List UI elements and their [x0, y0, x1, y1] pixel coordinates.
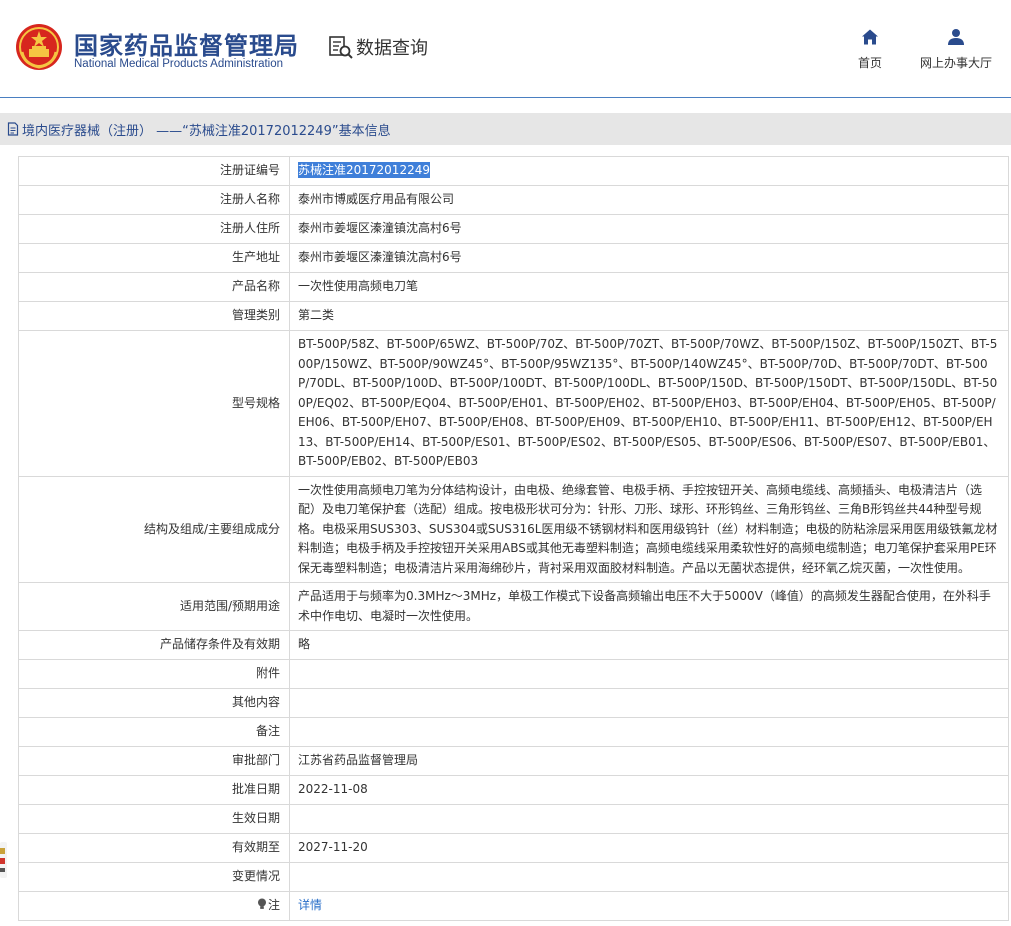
field-value: 2022-11-08: [289, 775, 1009, 805]
field-label: 审批部门: [18, 746, 290, 776]
field-value: [289, 659, 1009, 689]
nav-online-office-label: 网上办事大厅: [919, 56, 992, 70]
row-registrant-address: 注册人住所 泰州市姜堰区溱潼镇沈高村6号: [18, 214, 1009, 244]
nav-online-office[interactable]: 网上办事大厅: [914, 28, 998, 71]
site-logo-subtitle[interactable]: National Medical Products Administration: [74, 58, 283, 70]
row-attachment: 附件: [18, 659, 1009, 689]
field-value: 泰州市姜堰区溱潼镇沈高村6号: [289, 243, 1009, 273]
row-other-content: 其他内容: [18, 688, 1009, 718]
field-value: 江苏省药品监督管理局: [289, 746, 1009, 776]
field-label: 注册人住所: [18, 214, 290, 244]
field-label: 生产地址: [18, 243, 290, 273]
field-value: 详情: [289, 891, 1009, 921]
field-value: [289, 804, 1009, 834]
field-label: 附件: [18, 659, 290, 689]
data-query-section: 数据查询: [328, 34, 428, 60]
field-value: 一次性使用高频电刀笔: [289, 272, 1009, 302]
field-label: 备注: [18, 717, 290, 747]
field-value: [289, 688, 1009, 718]
section-title: 数据查询: [356, 38, 428, 59]
row-production-address: 生产地址 泰州市姜堰区溱潼镇沈高村6号: [18, 243, 1009, 273]
row-model-specification: 型号规格 BT-500P/58Z、BT-500P/65WZ、BT-500P/70…: [18, 330, 1009, 477]
field-value: 略: [289, 630, 1009, 660]
field-label: 适用范围/预期用途: [18, 582, 290, 631]
field-value: 第二类: [289, 301, 1009, 331]
field-value: 2027-11-20: [289, 833, 1009, 863]
details-link[interactable]: 详情: [298, 898, 322, 912]
row-valid-until: 有效期至 2027-11-20: [18, 833, 1009, 863]
field-value: 泰州市博威医疗用品有限公司: [289, 185, 1009, 215]
field-label: 其他内容: [18, 688, 290, 718]
user-icon: [948, 29, 964, 45]
field-value: [289, 717, 1009, 747]
row-note: 注 详情: [18, 891, 1009, 921]
field-value: 产品适用于与频率为0.3MHz～3MHz，单极工作模式下设备高频输出电压不大于5…: [289, 582, 1009, 631]
row-remarks: 备注: [18, 717, 1009, 747]
field-label: 产品储存条件及有效期: [18, 630, 290, 660]
field-value: 苏械注准20172012249: [289, 156, 1009, 186]
field-label: 生效日期: [18, 804, 290, 834]
registration-detail-table: 注册证编号 苏械注准20172012249 注册人名称 泰州市博威医疗用品有限公…: [18, 156, 1009, 921]
site-header: 国家药品监督管理局 National Medical Products Admi…: [0, 0, 1011, 98]
field-value: [289, 862, 1009, 892]
field-label: 型号规格: [18, 330, 290, 477]
row-change-history: 变更情况: [18, 862, 1009, 892]
row-registrant-name: 注册人名称 泰州市博威医疗用品有限公司: [18, 185, 1009, 215]
national-emblem-icon: [16, 24, 62, 70]
field-value: 一次性使用高频电刀笔为分体结构设计，由电极、绝缘套管、电极手柄、手控按钮开关、高…: [289, 475, 1009, 583]
field-label: 结构及组成/主要组成成分: [18, 475, 290, 583]
field-label: 产品名称: [18, 272, 290, 302]
field-label: 注册人名称: [18, 185, 290, 215]
registration-number-value[interactable]: 苏械注准20172012249: [298, 162, 430, 179]
home-icon: [862, 29, 878, 45]
row-storage-validity: 产品储存条件及有效期 略: [18, 630, 1009, 660]
field-value: 泰州市姜堰区溱潼镇沈高村6号: [289, 214, 1009, 244]
row-effective-date: 生效日期: [18, 804, 1009, 834]
nav-home[interactable]: 首页: [852, 28, 888, 71]
note-label: 注: [267, 898, 280, 913]
row-approval-department: 审批部门 江苏省药品监督管理局: [18, 746, 1009, 776]
field-label: 管理类别: [18, 301, 290, 331]
row-intended-use: 适用范围/预期用途 产品适用于与频率为0.3MHz～3MHz，单极工作模式下设备…: [18, 582, 1009, 631]
row-approval-date: 批准日期 2022-11-08: [18, 775, 1009, 805]
row-management-category: 管理类别 第二类: [18, 301, 1009, 331]
field-label: 变更情况: [18, 862, 290, 892]
document-icon: [7, 122, 19, 136]
side-float-widget-icon[interactable]: [0, 842, 7, 878]
field-label: 注: [18, 891, 290, 921]
row-product-name: 产品名称 一次性使用高频电刀笔: [18, 272, 1009, 302]
site-logo-title[interactable]: 国家药品监督管理局: [74, 26, 299, 61]
breadcrumb-text: 境内医疗器械（注册） ——“苏械注准20172012249”基本信息: [22, 123, 391, 139]
row-registration-number: 注册证编号 苏械注准20172012249: [18, 156, 1009, 186]
field-value: BT-500P/58Z、BT-500P/65WZ、BT-500P/70Z、BT-…: [289, 330, 1009, 477]
nav-home-label: 首页: [857, 56, 882, 70]
field-label: 注册证编号: [18, 156, 290, 186]
breadcrumb: 境内医疗器械（注册） ——“苏械注准20172012249”基本信息: [0, 113, 1011, 145]
field-label: 批准日期: [18, 775, 290, 805]
data-search-icon: [329, 36, 353, 59]
row-structure-composition: 结构及组成/主要组成成分 一次性使用高频电刀笔为分体结构设计，由电极、绝缘套管、…: [18, 475, 1009, 583]
field-label: 有效期至: [18, 833, 290, 863]
lightbulb-icon: [257, 898, 266, 910]
